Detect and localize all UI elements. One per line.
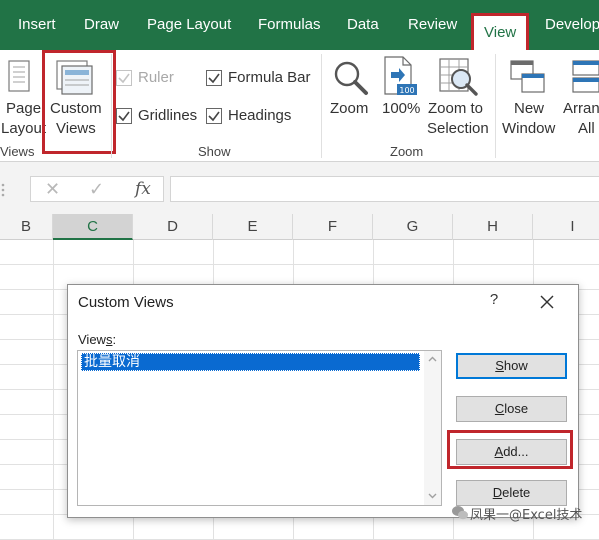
column-headers: B C D E F G H I [0, 214, 599, 240]
delete-button[interactable]: Delete [456, 480, 567, 506]
close-icon[interactable] [532, 289, 562, 315]
checkmark-icon [118, 73, 130, 84]
tab-insert[interactable]: Insert [18, 14, 56, 50]
headings-label: Headings [228, 107, 292, 124]
show-button[interactable]: Show [456, 353, 567, 379]
cancel-entry-icon[interactable]: ✕ [45, 177, 60, 201]
page-layout-icon [8, 60, 30, 92]
tab-formulas[interactable]: Formulas [258, 14, 321, 50]
zoom-to-selection-label-2: Selection [427, 120, 489, 137]
gridlines-checkbox[interactable] [116, 108, 132, 124]
zoom-group-label: Zoom [390, 144, 424, 159]
formula-bar-label: Formula Bar [228, 69, 311, 86]
views-label-suffix: : [112, 332, 117, 347]
zoom-label: Zoom [330, 100, 369, 117]
zoom-100-label: 100% [382, 100, 421, 117]
new-window-label-1: New [514, 100, 545, 117]
custom-views-dialog: Custom Views ? Views: 批量取消 Show Close Ad… [67, 284, 579, 518]
tab-draw[interactable]: Draw [84, 14, 119, 50]
views-label-prefix: View [78, 332, 106, 347]
close-button[interactable]: Close [456, 396, 567, 422]
column-header[interactable]: F [293, 214, 373, 240]
column-header[interactable]: D [133, 214, 213, 240]
close-accel: C [494, 401, 505, 416]
new-window-icon [510, 60, 545, 93]
formula-bar-checkbox[interactable] [206, 70, 222, 86]
ribbon: Page Layout Custom Views Views Ruler For… [0, 50, 599, 162]
checkmark-icon [208, 111, 220, 122]
tab-review[interactable]: Review [408, 14, 457, 50]
page-layout-label-2: Layout [1, 120, 47, 137]
gridlines-label: Gridlines [138, 107, 198, 124]
show-group-label: Show [198, 144, 231, 159]
arrange-all-icon [572, 60, 599, 93]
tab-developer[interactable]: Develop [545, 14, 599, 50]
help-icon[interactable]: ? [484, 291, 504, 313]
dialog-title: Custom Views [78, 294, 174, 311]
ruler-checkbox[interactable] [116, 70, 132, 86]
zoom-to-selection-icon [439, 58, 478, 96]
column-header[interactable]: B [0, 214, 53, 240]
ribbon-tab-bar: Insert Draw Page Layout Formulas Data Re… [0, 0, 599, 50]
ruler-label: Ruler [138, 69, 174, 86]
tab-view[interactable]: View [471, 13, 530, 50]
arrange-all-label-1: Arran [563, 100, 599, 117]
list-item-selected[interactable]: 批量取消 [81, 353, 420, 371]
views-listbox[interactable]: 批量取消 [77, 350, 442, 506]
headings-checkbox[interactable] [206, 108, 222, 124]
enter-entry-icon[interactable]: ✓ [89, 177, 104, 201]
scroll-up-icon[interactable] [428, 355, 437, 364]
ribbon-separator [495, 54, 496, 158]
close-rest: lose [504, 401, 529, 416]
column-header[interactable]: E [213, 214, 293, 240]
name-box-dots[interactable] [0, 176, 18, 200]
checkmark-icon [118, 111, 130, 122]
watermark-text: 凤果一@Excel技术 [470, 508, 583, 523]
checkmark-icon [208, 73, 220, 84]
show-accel: S [495, 358, 504, 373]
show-rest: how [503, 358, 528, 373]
formula-input[interactable] [170, 176, 599, 202]
arrange-all-label-2: All [578, 120, 595, 137]
listbox-scrollbar[interactable] [424, 351, 441, 505]
ribbon-separator [111, 54, 112, 158]
page-layout-label-1: Page [6, 100, 42, 117]
wechat-icon [452, 506, 468, 520]
column-header-selected[interactable]: C [53, 214, 133, 240]
formula-bar: ✕ ✓ fx [0, 162, 599, 214]
delete-accel: D [492, 485, 503, 500]
zoom-100-icon: 100 [384, 56, 417, 95]
column-header[interactable]: I [533, 214, 599, 240]
tab-data[interactable]: Data [347, 14, 379, 50]
custom-views-highlight [42, 50, 116, 154]
ribbon-separator [321, 54, 322, 158]
scroll-down-icon[interactable] [428, 491, 437, 500]
insert-function-button[interactable]: fx [135, 177, 151, 201]
column-header[interactable]: H [453, 214, 533, 240]
formula-buttons: ✕ ✓ fx [30, 176, 164, 202]
views-list-label: Views: [78, 332, 116, 347]
new-window-label-2: Window [502, 120, 556, 137]
drag-handle-icon [1, 183, 5, 197]
tab-page-layout[interactable]: Page Layout [147, 14, 231, 50]
zoom-to-selection-label-1: Zoom to [428, 100, 484, 117]
column-header[interactable]: G [373, 214, 453, 240]
zoom-100-icon-text: 100 [399, 86, 414, 95]
add-button-highlight [447, 430, 573, 469]
delete-rest: elete [502, 485, 531, 500]
views-group-label: Views [0, 144, 35, 159]
magnifier-icon [334, 61, 368, 95]
